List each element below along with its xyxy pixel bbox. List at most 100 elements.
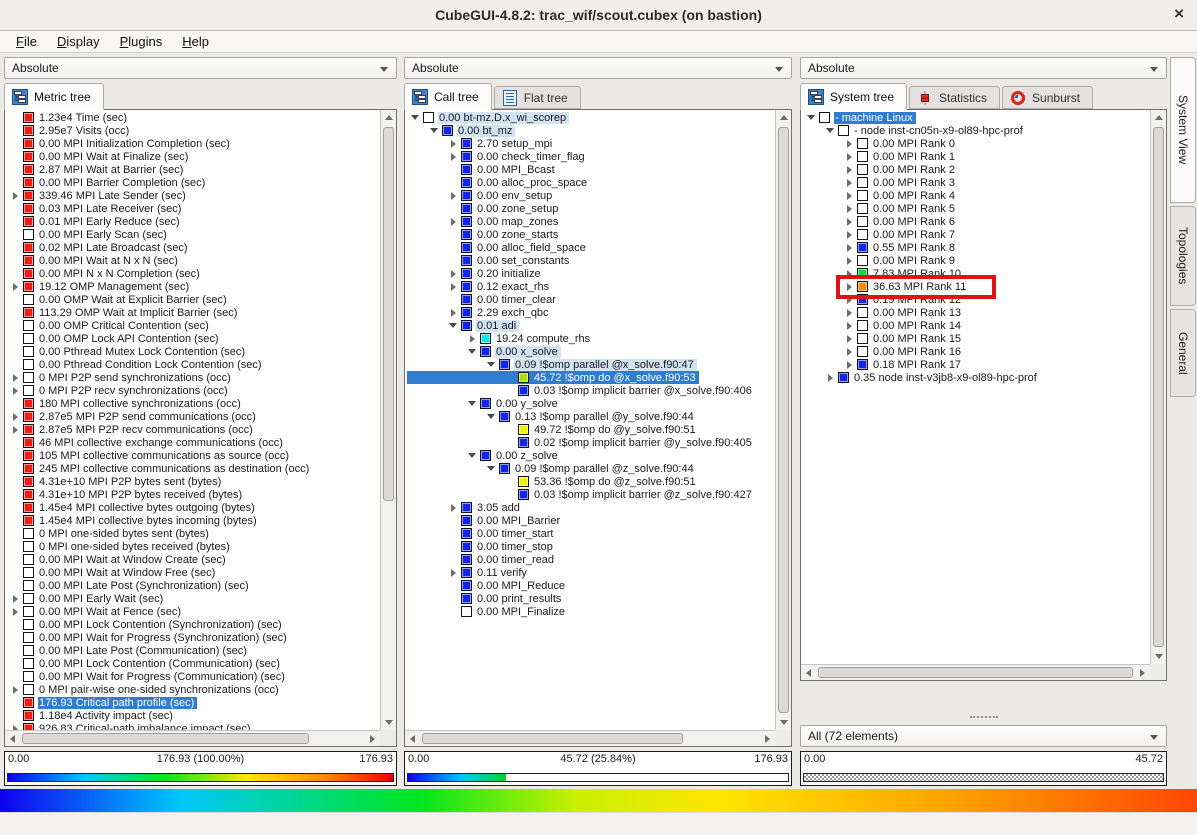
system-tree-item[interactable]: - node inst-cn05n-x9-ol89-hpc-prof xyxy=(803,124,1026,137)
expander-collapsed-icon[interactable] xyxy=(445,569,461,577)
metric-tree-item[interactable]: 4.31e+10 MPI P2P bytes sent (bytes) xyxy=(7,475,224,488)
metric-tree-item[interactable]: 0.02 MPI Late Broadcast (sec) xyxy=(7,241,191,254)
expander-collapsed-icon[interactable] xyxy=(445,309,461,317)
menu-plugins[interactable]: Plugins xyxy=(110,32,173,51)
call-value-mode-select[interactable]: Absolute xyxy=(404,57,792,79)
tab-call-tree[interactable]: Call tree xyxy=(404,83,492,110)
system-tree-item[interactable]: 0.00 MPI Rank 14 xyxy=(803,319,964,332)
metric-tree-item[interactable]: 2.95e7 Visits (occ) xyxy=(7,124,132,137)
expander-collapsed-icon[interactable] xyxy=(445,283,461,291)
call-tree-item[interactable]: 0.02 !$omp implicit barrier @y_solve.f90… xyxy=(407,436,755,449)
system-tree-item[interactable]: 0.55 MPI Rank 8 xyxy=(803,241,958,254)
system-vertical-scrollbar[interactable] xyxy=(1150,110,1166,664)
expander-expanded-icon[interactable] xyxy=(803,115,819,120)
scroll-up-icon[interactable] xyxy=(776,110,791,125)
metric-tree-item[interactable]: 0.03 MPI Late Receiver (sec) xyxy=(7,202,184,215)
metric-tree-item[interactable]: 0 MPI one-sided bytes sent (bytes) xyxy=(7,527,212,540)
metric-vertical-scrollbar[interactable] xyxy=(380,110,396,730)
metric-tree-item[interactable]: 0.00 MPI Early Scan (sec) xyxy=(7,228,170,241)
system-tree-item[interactable]: 0.00 MPI Rank 0 xyxy=(803,137,958,150)
metric-horizontal-scrollbar[interactable] xyxy=(5,730,380,746)
metric-tree-item[interactable]: 1.45e4 MPI collective bytes incoming (by… xyxy=(7,514,260,527)
metric-tree-item[interactable]: 0.00 MPI Wait at Window Create (sec) xyxy=(7,553,229,566)
metric-tree-item[interactable]: 1.18e4 Activity impact (sec) xyxy=(7,709,176,722)
scrollbar-thumb[interactable] xyxy=(1153,127,1164,647)
call-tree-item[interactable]: 0.00 z_solve xyxy=(407,449,561,462)
metric-tree-item[interactable]: 2.87e5 MPI P2P send communications (occ) xyxy=(7,410,259,423)
splitter-handle[interactable] xyxy=(970,716,998,718)
scrollbar-thumb[interactable] xyxy=(778,127,789,713)
call-tree-item[interactable]: 0.00 MPI_Reduce xyxy=(407,579,568,592)
call-tree-item[interactable]: 0.00 alloc_proc_space xyxy=(407,176,590,189)
metric-tree-item[interactable]: 2.87e5 MPI P2P recv communications (occ) xyxy=(7,423,256,436)
call-tree-item[interactable]: 0.00 timer_read xyxy=(407,553,557,566)
call-tree-item[interactable]: 45.72 !$omp do @x_solve.f90:53 xyxy=(407,371,699,384)
call-tree-item[interactable]: 0.01 adi xyxy=(407,319,519,332)
metric-tree-item[interactable]: 105 MPI collective communications as sou… xyxy=(7,449,292,462)
expander-collapsed-icon[interactable] xyxy=(7,595,23,603)
scroll-right-icon[interactable] xyxy=(1135,665,1150,680)
expander-expanded-icon[interactable] xyxy=(483,362,499,367)
metric-tree-item[interactable]: 1.45e4 MPI collective bytes outgoing (by… xyxy=(7,501,258,514)
system-tree-item[interactable]: 0.00 MPI Rank 4 xyxy=(803,189,958,202)
system-tree-item[interactable]: 0.00 MPI Rank 1 xyxy=(803,150,958,163)
system-tree-item[interactable]: 0.00 MPI Rank 5 xyxy=(803,202,958,215)
expander-collapsed-icon[interactable] xyxy=(445,140,461,148)
call-tree-item[interactable]: 19.24 compute_rhs xyxy=(407,332,593,345)
call-tree-item[interactable]: 0.00 bt-mz.D.x_wi_scorep xyxy=(407,111,569,124)
expander-collapsed-icon[interactable] xyxy=(841,218,857,226)
system-tree-item[interactable]: 0.18 MPI Rank 17 xyxy=(803,358,964,371)
expander-collapsed-icon[interactable] xyxy=(841,140,857,148)
call-tree-item[interactable]: 0.00 check_timer_flag xyxy=(407,150,588,163)
expander-collapsed-icon[interactable] xyxy=(445,192,461,200)
expander-expanded-icon[interactable] xyxy=(483,466,499,471)
expander-collapsed-icon[interactable] xyxy=(841,309,857,317)
metric-tree-item[interactable]: 0.00 MPI Lock Contention (Synchronizatio… xyxy=(7,618,285,631)
scroll-down-icon[interactable] xyxy=(381,715,396,730)
metric-tree-item[interactable]: 180 MPI collective synchronizations (occ… xyxy=(7,397,244,410)
expander-collapsed-icon[interactable] xyxy=(841,192,857,200)
metric-tree-item[interactable]: 0.00 MPI Wait at Fence (sec) xyxy=(7,605,184,618)
call-tree-item[interactable]: 0.09 !$omp parallel @z_solve.f90:44 xyxy=(407,462,697,475)
tab-statistics[interactable]: Statistics xyxy=(909,86,1000,109)
expander-expanded-icon[interactable] xyxy=(407,115,423,120)
system-tree-item[interactable]: 0.00 MPI Rank 3 xyxy=(803,176,958,189)
scroll-right-icon[interactable] xyxy=(365,731,380,746)
expander-expanded-icon[interactable] xyxy=(464,401,480,406)
call-tree-item[interactable]: 0.03 !$omp implicit barrier @z_solve.f90… xyxy=(407,488,755,501)
expander-collapsed-icon[interactable] xyxy=(7,192,23,200)
system-tree-item[interactable]: 0.00 MPI Rank 13 xyxy=(803,306,964,319)
metric-tree-item[interactable]: 0 MPI one-sided bytes received (bytes) xyxy=(7,540,233,553)
expander-collapsed-icon[interactable] xyxy=(7,374,23,382)
expander-collapsed-icon[interactable] xyxy=(841,244,857,252)
metric-tree-item[interactable]: 113.29 OMP Wait at Implicit Barrier (sec… xyxy=(7,306,240,319)
call-tree-item[interactable]: 0.00 env_setup xyxy=(407,189,555,202)
metric-tree-item[interactable]: 46 MPI collective exchange communication… xyxy=(7,436,286,449)
scrollbar-thumb[interactable] xyxy=(422,733,683,744)
call-tree-item[interactable]: 0.00 zone_starts xyxy=(407,228,561,241)
metric-tree-item[interactable]: 0.00 MPI Early Wait (sec) xyxy=(7,592,166,605)
call-tree-item[interactable]: 0.09 !$omp parallel @x_solve.f90:47 xyxy=(407,358,697,371)
system-tree-item[interactable]: - machine Linux xyxy=(803,111,916,124)
metric-tree-item[interactable]: 245 MPI collective communications as des… xyxy=(7,462,312,475)
call-tree-item[interactable]: 0.12 exact_rhs xyxy=(407,280,552,293)
expander-expanded-icon[interactable] xyxy=(426,128,442,133)
scroll-down-icon[interactable] xyxy=(1151,649,1166,664)
metric-value-mode-select[interactable]: Absolute xyxy=(4,57,397,79)
metric-tree-item[interactable]: 0.00 MPI Late Post (Synchronization) (se… xyxy=(7,579,252,592)
system-value-mode-select[interactable]: Absolute xyxy=(800,57,1167,79)
expander-collapsed-icon[interactable] xyxy=(7,426,23,434)
expander-collapsed-icon[interactable] xyxy=(445,218,461,226)
call-tree-item[interactable]: 0.00 alloc_field_space xyxy=(407,241,589,254)
call-tree-item[interactable]: 0.00 x_solve xyxy=(407,345,561,358)
expander-collapsed-icon[interactable] xyxy=(841,205,857,213)
expander-collapsed-icon[interactable] xyxy=(445,153,461,161)
call-tree-item[interactable]: 0.03 !$omp implicit barrier @x_solve.f90… xyxy=(407,384,755,397)
scroll-up-icon[interactable] xyxy=(1151,110,1166,125)
call-tree-item[interactable]: 49.72 !$omp do @y_solve.f90:51 xyxy=(407,423,699,436)
system-tree-item[interactable]: 0.35 node inst-v3jb8-x9-ol89-hpc-prof xyxy=(803,371,1040,384)
expander-collapsed-icon[interactable] xyxy=(7,387,23,395)
expander-collapsed-icon[interactable] xyxy=(841,153,857,161)
expander-collapsed-icon[interactable] xyxy=(445,504,461,512)
metric-tree-item[interactable]: 0 MPI P2P recv synchronizations (occ) xyxy=(7,384,231,397)
